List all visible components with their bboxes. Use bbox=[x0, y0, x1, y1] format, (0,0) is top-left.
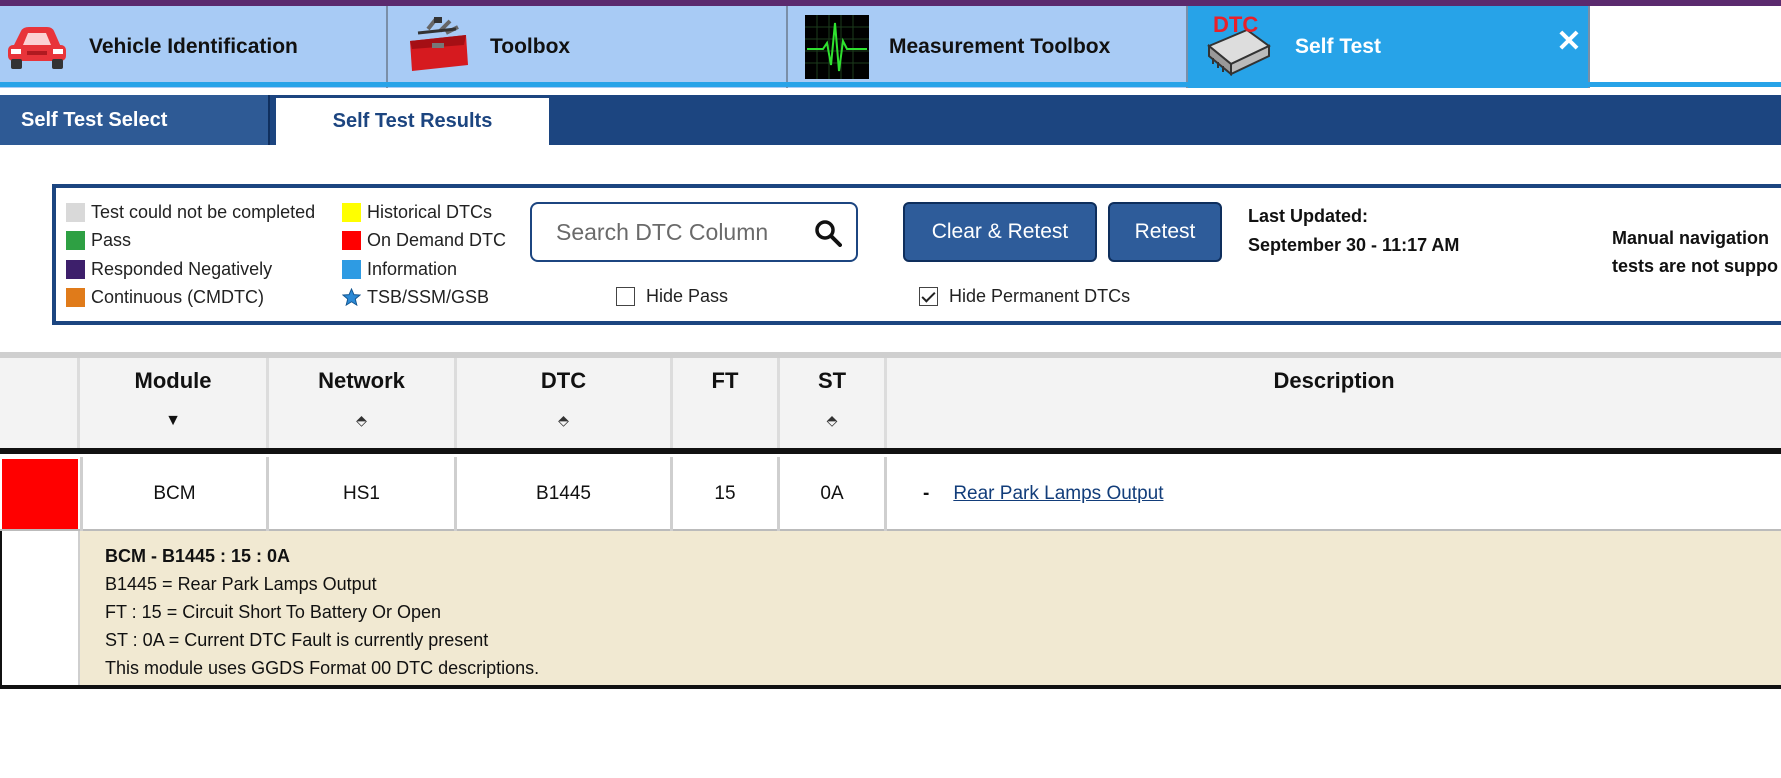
legend-label: On Demand DTC bbox=[367, 230, 507, 251]
detail-line: FT : 15 = Circuit Short To Battery Or Op… bbox=[105, 602, 441, 622]
hide-pass-filter[interactable]: Hide Pass bbox=[616, 286, 728, 307]
sort-icon[interactable]: ⬘ bbox=[780, 412, 884, 429]
legend-item: TSB/SSM/GSB bbox=[342, 284, 506, 313]
dtc-module-icon: DTC bbox=[1207, 12, 1271, 77]
subtab-self-test-results[interactable]: Self Test Results bbox=[274, 96, 551, 145]
legend-column-2: Historical DTCs On Demand DTC Informatio… bbox=[342, 198, 506, 312]
col-header-st[interactable]: ST ⬘ bbox=[777, 358, 884, 448]
dtc-description-link[interactable]: Rear Park Lamps Output bbox=[953, 483, 1163, 505]
legend-column-1: Test could not be completed Pass Respond… bbox=[66, 198, 315, 312]
tab-label: Measurement Toolbox bbox=[889, 35, 1111, 58]
legend-swatch bbox=[66, 288, 85, 308]
col-header-description: Description bbox=[884, 358, 1781, 448]
search-icon[interactable] bbox=[814, 219, 842, 247]
col-header-dtc[interactable]: DTC ⬘ bbox=[454, 358, 670, 448]
clear-retest-button[interactable]: Clear & Retest bbox=[903, 202, 1097, 262]
header-text: Description bbox=[1273, 368, 1395, 393]
hide-permanent-filter[interactable]: Hide Permanent DTCs bbox=[919, 286, 1130, 307]
legend-item: Historical DTCs bbox=[342, 198, 506, 227]
cell-st: 0A bbox=[780, 457, 887, 531]
sub-tab-bar: Self Test Select Self Test Results bbox=[0, 95, 1781, 145]
header-text: Network bbox=[318, 368, 405, 393]
legend-filter-panel: Test could not be completed Pass Respond… bbox=[52, 184, 1781, 325]
hide-permanent-label: Hide Permanent DTCs bbox=[949, 286, 1131, 306]
legend-swatch bbox=[66, 259, 85, 279]
header-text: FT bbox=[711, 368, 739, 393]
col-header-ft[interactable]: FT bbox=[670, 358, 777, 448]
detail-line: ST : 0A = Current DTC Fault is currently… bbox=[105, 630, 489, 650]
legend-label: Information bbox=[367, 258, 458, 279]
toolbox-icon bbox=[410, 17, 468, 71]
detail-line: This module uses GGDS Format 00 DTC desc… bbox=[105, 658, 540, 678]
cell-module: BCM bbox=[80, 457, 269, 531]
status-indicator-red bbox=[2, 459, 78, 529]
cell-description: - Rear Park Lamps Output bbox=[887, 457, 1163, 531]
cell-network: HS1 bbox=[269, 457, 457, 531]
legend-item: Test could not be completed bbox=[66, 198, 315, 227]
header-text: DTC bbox=[540, 368, 587, 393]
manual-navigation-note: Manual navigation tests are not suppo bbox=[1612, 224, 1778, 280]
hide-permanent-checkbox[interactable] bbox=[919, 287, 938, 306]
cell-dtc: B1445 bbox=[457, 457, 673, 531]
legend-label: Responded Negatively bbox=[91, 258, 273, 279]
car-icon bbox=[8, 27, 66, 69]
last-updated-label: Last Updated: bbox=[1248, 206, 1369, 226]
detail-left-gutter bbox=[0, 531, 80, 685]
header-text: ST bbox=[817, 368, 847, 393]
search-box[interactable] bbox=[530, 202, 858, 262]
table-row[interactable]: BCM HS1 B1445 15 0A - Rear Park Lamps Ou… bbox=[0, 457, 1781, 531]
tab-label: Vehicle Identification bbox=[89, 35, 298, 58]
manual-note-line: Manual navigation bbox=[1612, 228, 1770, 248]
legend-swatch bbox=[342, 231, 361, 251]
sort-desc-icon[interactable]: ▼ bbox=[80, 412, 266, 430]
hide-pass-checkbox[interactable] bbox=[616, 287, 635, 306]
close-tab-icon[interactable]: ✕ bbox=[1555, 27, 1583, 57]
manual-note-line: tests are not suppo bbox=[1612, 256, 1779, 276]
legend-label: Historical DTCs bbox=[367, 201, 493, 222]
legend-label: Continuous (CMDTC) bbox=[91, 287, 265, 308]
legend-swatch bbox=[342, 259, 361, 279]
legend-label: Pass bbox=[91, 230, 132, 251]
sort-icon[interactable]: ⬘ bbox=[457, 412, 670, 429]
tab-measurement-toolbox[interactable]: Measurement Toolbox bbox=[788, 6, 1188, 88]
legend-swatch bbox=[342, 202, 361, 222]
row-dash: - bbox=[923, 483, 930, 504]
detail-text: BCM - B1445 : 15 : 0A B1445 = Rear Park … bbox=[105, 542, 539, 682]
subtab-self-test-select[interactable]: Self Test Select bbox=[0, 95, 270, 145]
legend-label: Test could not be completed bbox=[91, 201, 316, 222]
table-header: Module ▼ Network ⬘ DTC ⬘ FT ST ⬘ Descrip… bbox=[0, 358, 1781, 448]
cell-ft: 15 bbox=[673, 457, 780, 531]
dtc-detail-panel: BCM - B1445 : 15 : 0A B1445 = Rear Park … bbox=[0, 531, 1781, 689]
star-icon bbox=[342, 288, 361, 307]
retest-button[interactable]: Retest bbox=[1108, 202, 1222, 262]
tab-toolbox[interactable]: Toolbox bbox=[388, 6, 788, 88]
legend-item: Information bbox=[342, 255, 506, 284]
legend-swatch bbox=[66, 231, 85, 251]
legend-item: Continuous (CMDTC) bbox=[66, 284, 315, 313]
search-dtc-input[interactable] bbox=[556, 218, 816, 246]
legend-label: TSB/SSM/GSB bbox=[367, 287, 490, 308]
waveform-icon bbox=[805, 15, 869, 79]
tab-vehicle-identification[interactable]: Vehicle Identification bbox=[0, 6, 388, 88]
hide-pass-label: Hide Pass bbox=[646, 286, 729, 306]
tab-bar-empty-space bbox=[1590, 6, 1781, 88]
tab-self-test[interactable]: DTC Self Test bbox=[1188, 6, 1590, 88]
detail-line: B1445 = Rear Park Lamps Output bbox=[105, 574, 377, 594]
last-updated-value: September 30 - 11:17 AM bbox=[1248, 235, 1460, 255]
legend-item: Pass bbox=[66, 227, 315, 256]
legend-item: On Demand DTC bbox=[342, 227, 506, 256]
tab-label: Self Test bbox=[1295, 35, 1381, 58]
header-text: Module bbox=[134, 368, 212, 393]
dtc-icon-text: DTC bbox=[1213, 12, 1258, 37]
tab-label: Toolbox bbox=[490, 35, 571, 58]
main-tab-bar: Vehicle Identification Toolbox Measureme… bbox=[0, 6, 1781, 88]
sort-icon[interactable]: ⬘ bbox=[269, 412, 454, 429]
legend-item: Responded Negatively bbox=[66, 255, 315, 284]
col-header-module[interactable]: Module ▼ bbox=[77, 358, 266, 448]
detail-title: BCM - B1445 : 15 : 0A bbox=[105, 546, 291, 566]
col-header-network[interactable]: Network ⬘ bbox=[266, 358, 454, 448]
last-updated: Last Updated: September 30 - 11:17 AM bbox=[1248, 202, 1459, 260]
tab-underline bbox=[0, 82, 1781, 87]
legend-swatch bbox=[66, 202, 85, 222]
